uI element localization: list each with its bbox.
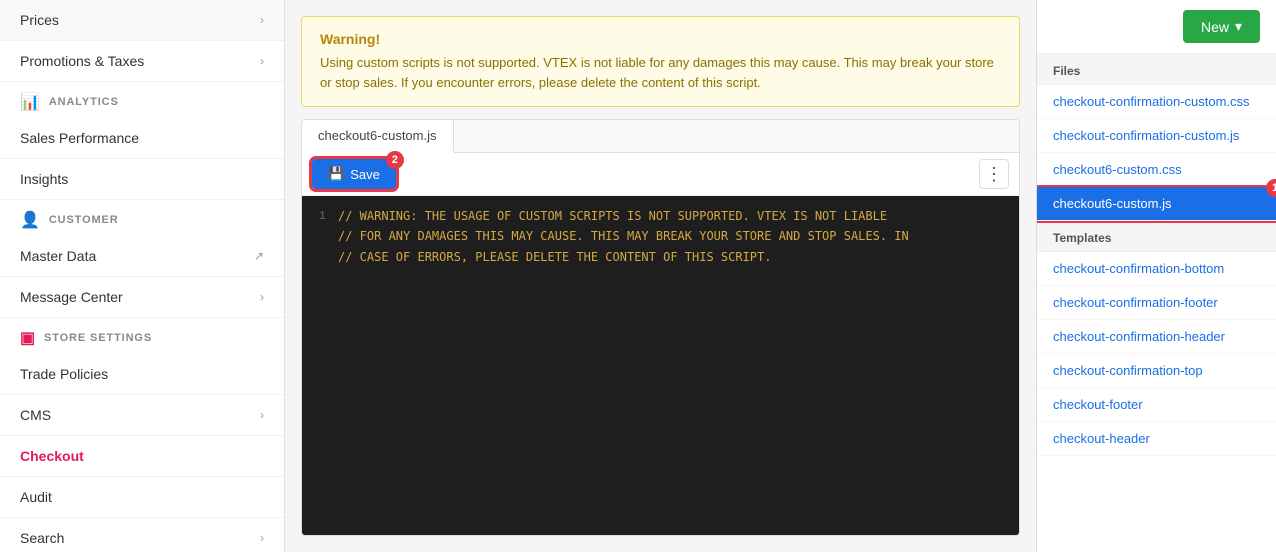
line-number-1: 1 bbox=[314, 206, 326, 226]
sidebar-item-cms[interactable]: CMS › bbox=[0, 395, 284, 436]
new-button-label: New bbox=[1201, 19, 1229, 35]
sidebar: Prices › Promotions & Taxes › 📊 ANALYTIC… bbox=[0, 0, 285, 552]
editor-panel: Warning! Using custom scripts is not sup… bbox=[285, 0, 1036, 552]
chevron-icon: › bbox=[260, 290, 264, 304]
file-list: checkout-confirmation-custom.css checkou… bbox=[1037, 85, 1276, 221]
template-link[interactable]: checkout-confirmation-footer bbox=[1053, 295, 1218, 310]
chevron-icon: › bbox=[260, 408, 264, 422]
template-item-checkout-header[interactable]: checkout-header bbox=[1037, 422, 1276, 456]
template-item-checkout-footer[interactable]: checkout-footer bbox=[1037, 388, 1276, 422]
sidebar-item-audit-label: Audit bbox=[20, 489, 52, 505]
customer-section-label: CUSTOMER bbox=[49, 214, 119, 226]
main-content: Warning! Using custom scripts is not sup… bbox=[285, 0, 1276, 552]
tab-bar: checkout6-custom.js bbox=[302, 120, 1019, 153]
sidebar-item-master-data[interactable]: Master Data ↗ bbox=[0, 236, 284, 277]
file-badge: 1 bbox=[1266, 179, 1276, 197]
save-badge: 2 bbox=[386, 151, 404, 169]
warning-box: Warning! Using custom scripts is not sup… bbox=[301, 16, 1020, 107]
sidebar-item-sales-performance-label: Sales Performance bbox=[20, 130, 139, 146]
template-item-checkout-confirmation-header[interactable]: checkout-confirmation-header bbox=[1037, 320, 1276, 354]
right-panel: New ▾ Files checkout-confirmation-custom… bbox=[1036, 0, 1276, 552]
sidebar-item-promotions-label: Promotions & Taxes bbox=[20, 53, 144, 69]
template-link[interactable]: checkout-footer bbox=[1053, 397, 1143, 412]
content-area: Warning! Using custom scripts is not sup… bbox=[285, 0, 1276, 552]
tab-label: checkout6-custom.js bbox=[318, 128, 437, 143]
warning-text: Using custom scripts is not supported. V… bbox=[320, 53, 1001, 92]
editor-container: checkout6-custom.js 💾 Save 2 bbox=[301, 119, 1020, 536]
sidebar-item-sales-performance[interactable]: Sales Performance bbox=[0, 118, 284, 159]
sidebar-item-audit[interactable]: Audit bbox=[0, 477, 284, 518]
external-link-icon: ↗ bbox=[254, 249, 264, 263]
sidebar-item-message-center-label: Message Center bbox=[20, 289, 123, 305]
template-link[interactable]: checkout-confirmation-header bbox=[1053, 329, 1225, 344]
save-button-wrap: 💾 Save 2 bbox=[312, 159, 396, 189]
analytics-section: 📊 ANALYTICS bbox=[0, 82, 284, 118]
template-item-checkout-confirmation-footer[interactable]: checkout-confirmation-footer bbox=[1037, 286, 1276, 320]
file-item-checkout6-custom-css[interactable]: checkout6-custom.css bbox=[1037, 153, 1276, 187]
code-editor[interactable]: 1 // WARNING: THE USAGE OF CUSTOM SCRIPT… bbox=[302, 196, 1019, 535]
save-button-outline: 💾 Save 2 bbox=[312, 159, 396, 189]
analytics-section-label: ANALYTICS bbox=[49, 96, 119, 108]
template-item-checkout-confirmation-bottom[interactable]: checkout-confirmation-bottom bbox=[1037, 252, 1276, 286]
sidebar-item-insights-label: Insights bbox=[20, 171, 68, 187]
tab-checkout6-custom-js[interactable]: checkout6-custom.js bbox=[302, 120, 454, 153]
warning-title: Warning! bbox=[320, 31, 1001, 47]
save-button-label: Save bbox=[350, 167, 380, 182]
file-item-checkout-confirmation-custom-js[interactable]: checkout-confirmation-custom.js bbox=[1037, 119, 1276, 153]
sidebar-item-search[interactable]: Search › bbox=[0, 518, 284, 552]
sidebar-item-checkout[interactable]: Checkout bbox=[0, 436, 284, 477]
sidebar-item-search-label: Search bbox=[20, 530, 64, 546]
sidebar-item-promotions[interactable]: Promotions & Taxes › bbox=[0, 41, 284, 82]
new-button[interactable]: New ▾ bbox=[1183, 10, 1260, 43]
sidebar-item-message-center[interactable]: Message Center › bbox=[0, 277, 284, 318]
file-link: checkout-confirmation-custom.css bbox=[1053, 94, 1250, 109]
customer-icon: 👤 bbox=[20, 210, 41, 230]
store-settings-section-label: STORE SETTINGS bbox=[44, 332, 152, 344]
file-link: checkout-confirmation-custom.js bbox=[1053, 128, 1239, 143]
sidebar-item-checkout-label: Checkout bbox=[20, 448, 84, 464]
sidebar-item-master-data-label: Master Data bbox=[20, 248, 96, 264]
sidebar-item-prices-label: Prices bbox=[20, 12, 59, 28]
customer-section: 👤 CUSTOMER bbox=[0, 200, 284, 236]
template-link[interactable]: checkout-confirmation-bottom bbox=[1053, 261, 1224, 276]
template-item-checkout-confirmation-top[interactable]: checkout-confirmation-top bbox=[1037, 354, 1276, 388]
sidebar-item-trade-policies-label: Trade Policies bbox=[20, 366, 108, 382]
file-link: checkout6-custom.js bbox=[1053, 196, 1172, 211]
chevron-icon: › bbox=[260, 54, 264, 68]
sidebar-item-prices[interactable]: Prices › bbox=[0, 0, 284, 41]
file-item-checkout-confirmation-custom-css[interactable]: checkout-confirmation-custom.css bbox=[1037, 85, 1276, 119]
chevron-icon: › bbox=[260, 13, 264, 27]
code-content[interactable]: // WARNING: THE USAGE OF CUSTOM SCRIPTS … bbox=[338, 206, 1019, 525]
dropdown-arrow-icon: ▾ bbox=[1235, 18, 1242, 35]
store-settings-icon: ▣ bbox=[20, 328, 36, 348]
chevron-icon: › bbox=[260, 531, 264, 545]
editor-toolbar: 💾 Save 2 ⋮ bbox=[302, 153, 1019, 196]
file-link: checkout6-custom.css bbox=[1053, 162, 1182, 177]
line-numbers: 1 bbox=[302, 206, 338, 525]
template-link[interactable]: checkout-header bbox=[1053, 431, 1150, 446]
more-options-button[interactable]: ⋮ bbox=[979, 159, 1009, 189]
sidebar-item-trade-policies[interactable]: Trade Policies bbox=[0, 354, 284, 395]
sidebar-item-cms-label: CMS bbox=[20, 407, 51, 423]
analytics-icon: 📊 bbox=[20, 92, 41, 112]
store-settings-section: ▣ STORE SETTINGS bbox=[0, 318, 284, 354]
save-icon: 💾 bbox=[328, 166, 344, 182]
templates-section-label: Templates bbox=[1037, 221, 1276, 252]
template-list: checkout-confirmation-bottom checkout-co… bbox=[1037, 252, 1276, 456]
file-item-checkout6-custom-js[interactable]: checkout6-custom.js 1 bbox=[1037, 187, 1276, 221]
files-section-label: Files bbox=[1037, 54, 1276, 85]
sidebar-item-insights[interactable]: Insights bbox=[0, 159, 284, 200]
save-button[interactable]: 💾 Save bbox=[312, 159, 396, 189]
right-panel-header: New ▾ bbox=[1037, 0, 1276, 54]
template-link[interactable]: checkout-confirmation-top bbox=[1053, 363, 1203, 378]
